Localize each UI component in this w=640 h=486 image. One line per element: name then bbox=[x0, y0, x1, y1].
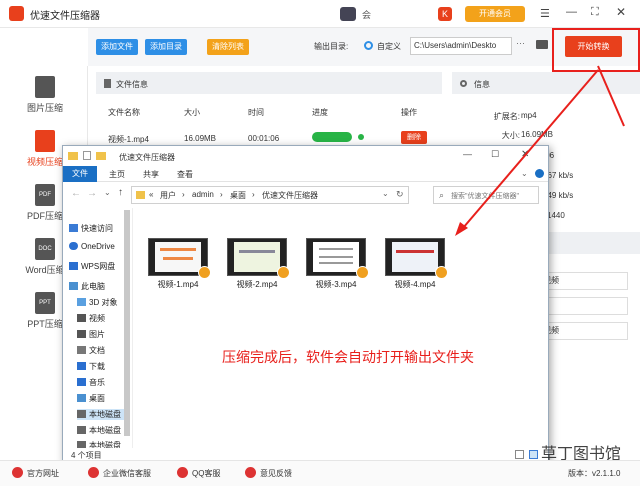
annotation-arrows bbox=[455, 65, 625, 236]
feedback-link[interactable]: 意见反馈 bbox=[245, 467, 292, 481]
version-text: 版本：v2.1.1.0 bbox=[568, 469, 621, 478]
official-site-link[interactable]: 官方网址 bbox=[12, 467, 59, 481]
status-bar: 官方网址 企业微信客服 QQ客服 意见反馈 版本：v2.1.1.0 bbox=[0, 460, 640, 486]
annotation-arrow bbox=[462, 69, 599, 229]
annotation-text: 压缩完成后，软件会自动打开输出文件夹 bbox=[222, 349, 474, 365]
home-icon bbox=[12, 467, 23, 478]
annotation-arrow bbox=[597, 65, 625, 127]
app-window: 优速文件压缩器 会 K 开通会员 ☰ — ⛶ ✕ 添加文件 添加目录 清除列表 … bbox=[0, 0, 640, 486]
wechat-service-link[interactable]: 企业微信客服 bbox=[88, 467, 151, 481]
qq-icon bbox=[177, 467, 188, 478]
feedback-icon bbox=[245, 467, 256, 478]
qq-service-link[interactable]: QQ客服 bbox=[177, 467, 220, 481]
wechat-icon bbox=[88, 467, 99, 478]
